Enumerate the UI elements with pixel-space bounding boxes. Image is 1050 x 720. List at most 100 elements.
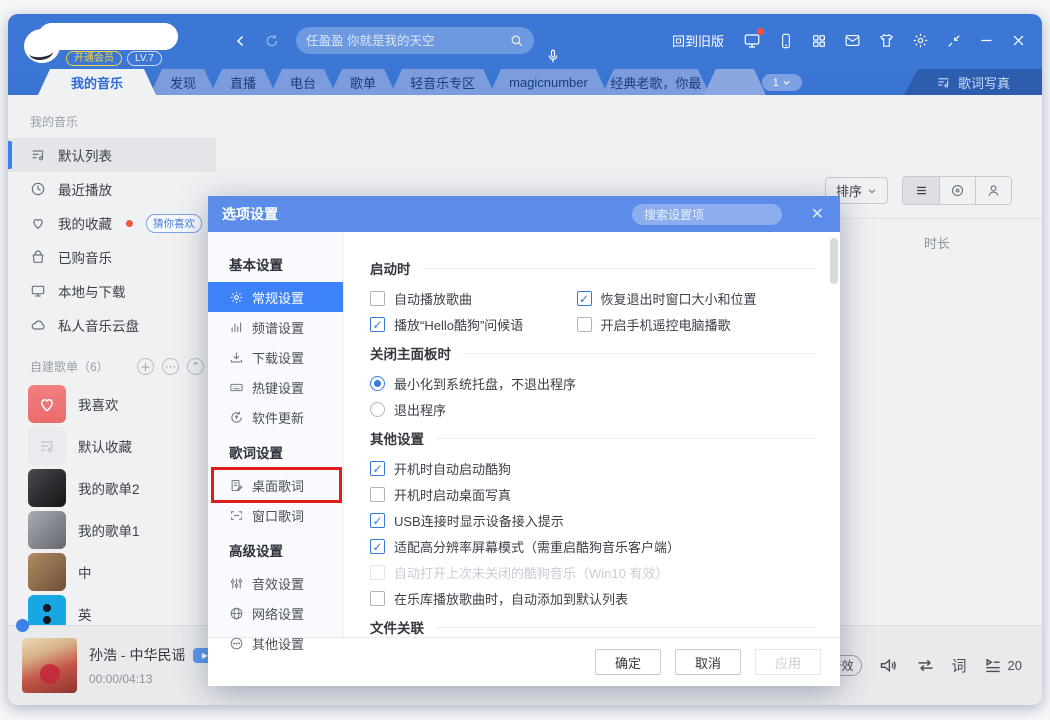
tab-discover[interactable]: 发现: [150, 69, 216, 95]
tab-blank[interactable]: [704, 69, 766, 95]
tab-counter-dropdown[interactable]: 1: [762, 74, 802, 91]
sidebar-item-local-downloads[interactable]: 本地与下载: [8, 274, 216, 308]
tab-my-music[interactable]: 我的音乐: [38, 69, 156, 95]
back-to-old-version-link[interactable]: 回到旧版: [672, 31, 724, 50]
song-title[interactable]: 孙浩 - 中华民谣: [89, 645, 185, 665]
monitor-projection-icon[interactable]: [743, 32, 761, 50]
refresh-icon[interactable]: [264, 33, 280, 49]
radio-selected[interactable]: [370, 376, 385, 391]
option-desktop-photo-start[interactable]: ✓ 开机时启动桌面写真: [370, 486, 814, 503]
option-exit-program[interactable]: 退出程序: [370, 401, 814, 418]
minimize-icon[interactable]: [979, 33, 994, 48]
tab-lyrics-photo[interactable]: 歌词写真: [904, 69, 1042, 95]
apps-grid-icon[interactable]: [811, 33, 827, 49]
tab-radio[interactable]: 电台: [270, 69, 336, 95]
nav-item-network[interactable]: 网络设置: [208, 598, 343, 628]
playlist-item-english[interactable]: 英: [8, 593, 216, 625]
playlist-item-liked[interactable]: 我喜欢: [8, 383, 216, 425]
checkbox-unchecked[interactable]: ✓: [370, 487, 385, 502]
main-tab-bar: 我的音乐 发现 直播 电台 歌单 轻音乐专区 magicnumber 经典老歌，…: [8, 67, 1042, 95]
play-queue-button[interactable]: 20: [983, 656, 1022, 676]
dialog-close-icon[interactable]: ✕: [811, 204, 824, 224]
nav-item-desktop-lyrics[interactable]: 桌面歌词: [208, 470, 343, 500]
search-icon[interactable]: [509, 33, 524, 48]
checkbox-unchecked[interactable]: ✓: [370, 291, 385, 306]
checkbox-unchecked[interactable]: ✓: [577, 317, 592, 332]
checkbox-checked[interactable]: ✓: [577, 291, 592, 306]
phone-icon[interactable]: [778, 33, 794, 49]
skin-theme-icon[interactable]: [878, 32, 895, 49]
nav-item-update[interactable]: 软件更新: [208, 402, 343, 432]
sidebar-item-recent[interactable]: 最近播放: [8, 172, 216, 206]
sidebar-item-purchased[interactable]: 已购音乐: [8, 240, 216, 274]
option-hello-greeting[interactable]: ✓ 播放“Hello酷狗”问候语: [370, 316, 577, 333]
checkbox-unchecked[interactable]: ✓: [370, 591, 385, 606]
ok-button[interactable]: 确定: [595, 649, 661, 675]
sidebar-item-default-list[interactable]: 默认列表: [8, 138, 216, 172]
nav-item-sound-effect[interactable]: 音效设置: [208, 568, 343, 598]
checkbox-checked[interactable]: ✓: [370, 461, 385, 476]
album-view-button[interactable]: [939, 177, 975, 204]
option-autoplay[interactable]: ✓ 自动播放歌曲: [370, 290, 577, 307]
lyrics-toggle[interactable]: 词: [952, 655, 967, 676]
settings-search-box[interactable]: [632, 204, 782, 225]
title-bar: 开通会员 LV.7 回到旧版: [8, 14, 1042, 67]
progress-handle[interactable]: [16, 619, 29, 632]
list-view-button[interactable]: [903, 177, 939, 204]
playlist-item-1[interactable]: 我的歌单1: [8, 509, 216, 551]
playlist-english-cover: [28, 595, 66, 625]
option-autostart[interactable]: ✓ 开机时自动启动酷狗: [370, 460, 814, 477]
cancel-button[interactable]: 取消: [675, 649, 741, 675]
tab-light-music[interactable]: 轻音乐专区: [390, 69, 495, 95]
play-mode-icon[interactable]: [915, 655, 936, 676]
album-art[interactable]: [22, 638, 77, 693]
playlist-item-chinese[interactable]: 中: [8, 551, 216, 593]
option-usb-prompt[interactable]: ✓ USB连接时显示设备接入提示: [370, 512, 814, 529]
option-auto-add-default-list[interactable]: ✓ 在乐库播放歌曲时，自动添加到默认列表: [370, 590, 814, 607]
radio-unselected[interactable]: [370, 402, 385, 417]
level-badge[interactable]: LV.7: [127, 51, 162, 66]
search-input[interactable]: [306, 34, 509, 48]
tab-magicnumber[interactable]: magicnumber: [489, 69, 608, 95]
checkbox-checked[interactable]: ✓: [370, 539, 385, 554]
nav-item-hotkey[interactable]: 热键设置: [208, 372, 343, 402]
playlist-item-2[interactable]: 我的歌单2: [8, 467, 216, 509]
add-playlist-icon[interactable]: ＋: [137, 358, 154, 375]
nav-item-other[interactable]: 其他设置: [208, 628, 343, 658]
tab-songlist[interactable]: 歌单: [330, 69, 396, 95]
section-other: 其他设置: [370, 428, 814, 448]
search-box[interactable]: [296, 27, 534, 54]
option-phone-remote[interactable]: ✓ 开启手机遥控电脑播歌: [577, 316, 814, 333]
tab-classic-songs[interactable]: 经典老歌，你最: [602, 69, 710, 95]
collapse-icon[interactable]: ⌃: [187, 358, 204, 375]
option-restore-window[interactable]: ✓ 恢复退出时窗口大小和位置: [577, 290, 814, 307]
close-icon[interactable]: [1011, 33, 1026, 48]
liked-playlist-cover: [28, 385, 66, 423]
sidebar-item-favorites[interactable]: 我的收藏 猜你喜欢: [8, 206, 216, 240]
checkbox-checked[interactable]: ✓: [370, 513, 385, 528]
option-minimize-to-tray[interactable]: 最小化到系统托盘，不退出程序: [370, 375, 814, 392]
mail-icon[interactable]: [844, 32, 861, 49]
dialog-scrollbar[interactable]: [830, 238, 838, 284]
playlist-item-default-fav[interactable]: 默认收藏: [8, 425, 216, 467]
sidebar-item-cloud-disk[interactable]: 私人音乐云盘: [8, 308, 216, 342]
guess-you-like-badge[interactable]: 猜你喜欢: [146, 214, 202, 233]
nav-item-general[interactable]: 常规设置: [208, 282, 343, 312]
settings-gear-icon[interactable]: [912, 32, 929, 49]
nav-item-window-lyrics[interactable]: 窗口歌词: [208, 500, 343, 530]
volume-icon[interactable]: [878, 655, 899, 676]
tab-live[interactable]: 直播: [210, 69, 276, 95]
checkbox-checked[interactable]: ✓: [370, 317, 385, 332]
apply-button[interactable]: 应用: [755, 649, 821, 675]
back-icon[interactable]: [232, 32, 250, 50]
music-identify-icon[interactable]: [544, 48, 562, 66]
dialog-header[interactable]: 选项设置 ✕: [208, 196, 840, 232]
mini-mode-icon[interactable]: [946, 33, 962, 49]
settings-search-input[interactable]: [644, 208, 770, 222]
option-hidpi-mode[interactable]: ✓ 适配高分辨率屏幕模式（需重启酷狗音乐客户端）: [370, 538, 814, 555]
artist-view-button[interactable]: [975, 177, 1011, 204]
nav-item-spectrum[interactable]: 频谱设置: [208, 312, 343, 342]
nav-item-download[interactable]: 下载设置: [208, 342, 343, 372]
playlist-more-icon[interactable]: ⋯: [162, 358, 179, 375]
vip-badge[interactable]: 开通会员: [66, 51, 122, 66]
